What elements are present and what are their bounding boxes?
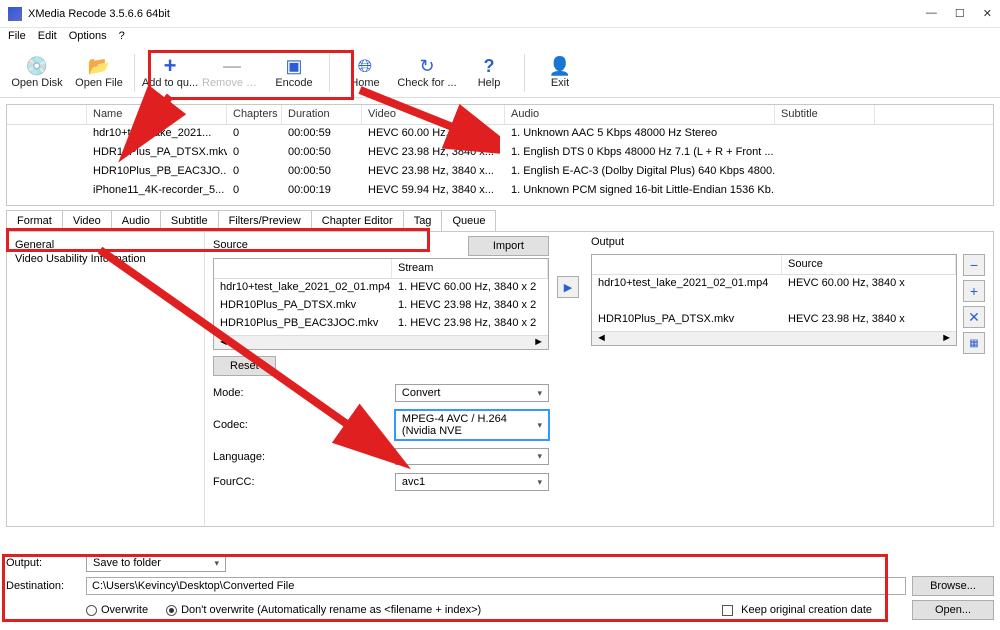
output-target-dropdown[interactable]: Save to folder▾ [86,554,226,572]
col-chapters[interactable]: Chapters [227,105,282,124]
remove-item-button[interactable]: − [963,254,985,276]
maximize-button[interactable]: ☐ [955,7,965,20]
tab-audio[interactable]: Audio [111,210,161,231]
tab-format[interactable]: Format [6,210,63,231]
folder-icon: 📂 [89,56,109,76]
chevron-down-icon: ▾ [214,558,219,569]
toolbar: 💿Open Disk 📂Open File +Add to qu... —Rem… [0,48,1000,98]
tab-bar: Format Video Audio Subtitle Filters/Prev… [6,210,994,231]
add-to-queue-button[interactable]: +Add to qu... [139,50,201,96]
remove-job-button[interactable]: —Remove Job [201,50,263,96]
file-row[interactable]: iPhone11_4K-recorder_5...000:00:19HEVC 5… [7,182,993,201]
open-disk-button[interactable]: 💿Open Disk [6,50,68,96]
refresh-icon: ↻ [417,56,437,76]
app-icon [8,7,22,21]
disk-icon: 💿 [27,56,47,76]
output-target-label: Output: [6,557,86,569]
language-label: Language: [213,451,395,463]
output-label: Output [591,236,985,248]
menu-help[interactable]: ? [119,30,125,46]
file-row[interactable]: HDR10Plus_PA_DTSX.mkv000:00:50HEVC 23.98… [7,144,993,163]
language-dropdown[interactable]: ▾ [395,448,549,465]
reset-button[interactable]: Reset [213,356,276,376]
file-list-header: Name Chapters Duration Video Audio Subti… [7,105,993,125]
codec-label: Codec: [213,419,395,431]
minus-icon: — [222,56,242,76]
window-title: XMedia Recode 3.5.6.6 64bit [28,8,926,20]
destination-label: Destination: [6,580,86,592]
side-general[interactable]: General [15,238,196,252]
tab-queue[interactable]: Queue [441,210,496,231]
mode-dropdown[interactable]: Convert▾ [395,384,549,402]
open-file-button[interactable]: 📂Open File [68,50,130,96]
tab-body: General Video Usability Information Sour… [6,231,994,527]
source-label: Source [213,239,248,251]
add-item-button[interactable]: + [963,280,985,302]
grid-button[interactable]: ▦ [963,332,985,354]
col-video[interactable]: Video [362,105,505,124]
question-icon: ? [479,56,499,76]
file-list[interactable]: Name Chapters Duration Video Audio Subti… [6,104,994,206]
browse-button[interactable]: Browse... [912,576,994,596]
tab-video[interactable]: Video [62,210,112,231]
codec-dropdown[interactable]: MPEG-4 AVC / H.264 (Nvidia NVE▾ [395,410,549,440]
h-scrollbar[interactable]: ◄► [214,335,548,349]
keep-date-checkbox[interactable]: Keep original creation date [722,604,872,616]
open-button[interactable]: Open... [912,600,994,620]
destination-input[interactable]: C:\Users\Kevincy\Desktop\Converted File [86,577,906,595]
tab-filters[interactable]: Filters/Preview [218,210,312,231]
side-nav: General Video Usability Information [7,232,205,526]
fourcc-dropdown[interactable]: avc1▾ [395,473,549,491]
mode-label: Mode: [213,387,395,399]
tab-tag[interactable]: Tag [403,210,443,231]
col-audio[interactable]: Audio [505,105,775,124]
tab-subtitle[interactable]: Subtitle [160,210,219,231]
col-stream[interactable]: Stream [392,259,548,278]
chevron-down-icon: ▾ [537,420,542,431]
check-updates-button[interactable]: ↻Check for ... [396,50,458,96]
menubar: File Edit Options ? [0,28,1000,48]
media-icon: ▣ [284,56,304,76]
tab-chapter[interactable]: Chapter Editor [311,210,404,231]
col-subtitle[interactable]: Subtitle [775,105,875,124]
globe-icon: 🌐︎ [355,56,375,76]
exit-button[interactable]: 👤Exit [529,50,591,96]
encode-button[interactable]: ▣Encode [263,50,325,96]
fourcc-label: FourCC: [213,476,395,488]
file-row[interactable]: hdr10+test_lake_2021...000:00:59HEVC 60.… [7,125,993,144]
minimize-button[interactable]: — [926,7,937,20]
dont-overwrite-radio[interactable]: Don't overwrite (Automatically rename as… [166,604,481,616]
import-button[interactable]: Import [468,236,549,256]
plus-icon: + [160,56,180,76]
chevron-down-icon: ▾ [537,451,542,462]
col-source[interactable]: Source [782,255,956,274]
h-scrollbar[interactable]: ◄► [592,331,956,345]
home-button[interactable]: 🌐︎Home [334,50,396,96]
file-row[interactable]: HDR10Plus_PB_EAC3JO...000:00:50HEVC 23.9… [7,163,993,182]
overwrite-radio[interactable]: Overwrite [86,604,148,616]
menu-edit[interactable]: Edit [38,30,57,46]
delete-item-button[interactable]: ✕ [963,306,985,328]
chevron-down-icon: ▾ [537,388,542,399]
help-button[interactable]: ?Help [458,50,520,96]
side-vui[interactable]: Video Usability Information [15,252,196,266]
menu-options[interactable]: Options [69,30,107,46]
source-list[interactable]: Stream hdr10+test_lake_2021_02_01.mp41. … [213,258,549,350]
output-list[interactable]: Source hdr10+test_lake_2021_02_01.mp4HEV… [591,254,957,346]
chevron-down-icon: ▾ [537,477,542,488]
menu-file[interactable]: File [8,30,26,46]
titlebar: XMedia Recode 3.5.6.6 64bit — ☐ ✕ [0,0,1000,28]
transfer-right-button[interactable]: ▶ [557,276,579,298]
close-button[interactable]: ✕ [983,7,992,20]
user-icon: 👤 [550,56,570,76]
bottom-panel: Output: Save to folder▾ Destination: C:\… [0,550,1000,630]
col-duration[interactable]: Duration [282,105,362,124]
col-name[interactable]: Name [87,105,227,124]
